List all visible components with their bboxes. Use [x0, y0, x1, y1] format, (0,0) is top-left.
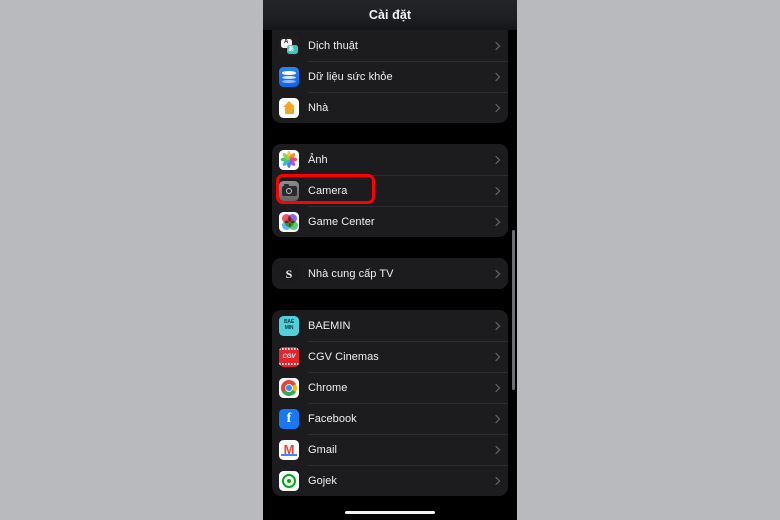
chevron-right-icon — [491, 186, 501, 195]
settings-row-label: Camera — [308, 184, 348, 197]
settings-row[interactable]: Game Center — [272, 206, 508, 237]
chevron-right-icon — [491, 269, 501, 278]
game-center-icon — [279, 211, 299, 232]
health-icon — [279, 66, 299, 87]
chevron-right-icon — [491, 72, 501, 81]
settings-row[interactable]: f Facebook — [272, 403, 508, 434]
page-title: Cài đặt — [368, 8, 412, 22]
settings-section-tv-provider: S Nhà cung cấp TV — [272, 258, 508, 289]
chevron-right-icon — [491, 476, 501, 485]
settings-row-label: Nhà — [308, 101, 329, 114]
phone-screen: Cài đặt Dịch thuật Dữ liệu sức khỏe Nhà Ảnh… — [263, 0, 517, 520]
baemin-icon: BAE MIN — [279, 315, 299, 336]
settings-row-label: Game Center — [308, 215, 375, 228]
home-icon — [279, 97, 299, 118]
settings-row-label: Gojek — [308, 474, 337, 487]
settings-scroll-area[interactable]: Dịch thuật Dữ liệu sức khỏe Nhà Ảnh Camera Ga… — [263, 30, 517, 520]
gojek-icon — [279, 470, 299, 491]
settings-row-label: Nhà cung cấp TV — [308, 267, 394, 280]
settings-row[interactable]: M Gmail — [272, 434, 508, 465]
settings-row-label: Gmail — [308, 443, 337, 456]
settings-row[interactable]: Nhà — [272, 92, 508, 123]
cgv-icon: CGV — [279, 346, 299, 367]
chevron-right-icon — [491, 217, 501, 226]
settings-row[interactable]: Chrome — [272, 372, 508, 403]
settings-row[interactable]: Ảnh — [272, 144, 508, 175]
settings-row-label: Dịch thuật — [308, 39, 359, 52]
settings-section-system-apps-top: Dịch thuật Dữ liệu sức khỏe Nhà — [272, 30, 508, 123]
settings-row-label: BAEMIN — [308, 319, 351, 332]
chevron-right-icon — [491, 321, 501, 330]
settings-row[interactable]: BAE MIN BAEMIN — [272, 310, 508, 341]
tv-provider-icon: S — [279, 263, 299, 284]
navigation-bar: Cài đặt — [263, 0, 517, 30]
translate-icon — [279, 35, 299, 56]
chevron-right-icon — [491, 155, 501, 164]
settings-row[interactable]: Dịch thuật — [272, 30, 508, 61]
settings-row-label: Dữ liệu sức khỏe — [308, 70, 393, 83]
chevron-right-icon — [491, 445, 501, 454]
settings-section-media-apps: Ảnh Camera Game Center — [272, 144, 508, 237]
settings-row[interactable]: Gojek — [272, 465, 508, 496]
gmail-icon: M — [279, 439, 299, 460]
settings-row-label: Ảnh — [308, 153, 328, 166]
chevron-right-icon — [491, 41, 501, 50]
settings-row-label: Facebook — [308, 412, 357, 425]
home-indicator — [345, 510, 435, 514]
settings-row[interactable]: S Nhà cung cấp TV — [272, 258, 508, 289]
settings-row[interactable]: CGV CGV Cinemas — [272, 341, 508, 372]
settings-row[interactable]: Camera — [272, 175, 508, 206]
vertical-scrollbar[interactable] — [512, 230, 515, 390]
chevron-right-icon — [491, 383, 501, 392]
settings-row[interactable]: Dữ liệu sức khỏe — [272, 61, 508, 92]
chrome-icon — [279, 377, 299, 398]
screenshot-root: Cài đặt Dịch thuật Dữ liệu sức khỏe Nhà Ảnh… — [0, 0, 780, 520]
settings-row-label: CGV Cinemas — [308, 350, 379, 363]
chevron-right-icon — [491, 103, 501, 112]
camera-icon — [279, 180, 299, 201]
chevron-right-icon — [491, 414, 501, 423]
photos-icon — [279, 149, 299, 170]
settings-section-third-party-apps: BAE MIN BAEMIN CGV CGV Cinemas Chrome f Faceboo… — [272, 310, 508, 496]
chevron-right-icon — [491, 352, 501, 361]
settings-row-label: Chrome — [308, 381, 348, 394]
facebook-icon: f — [279, 408, 299, 429]
